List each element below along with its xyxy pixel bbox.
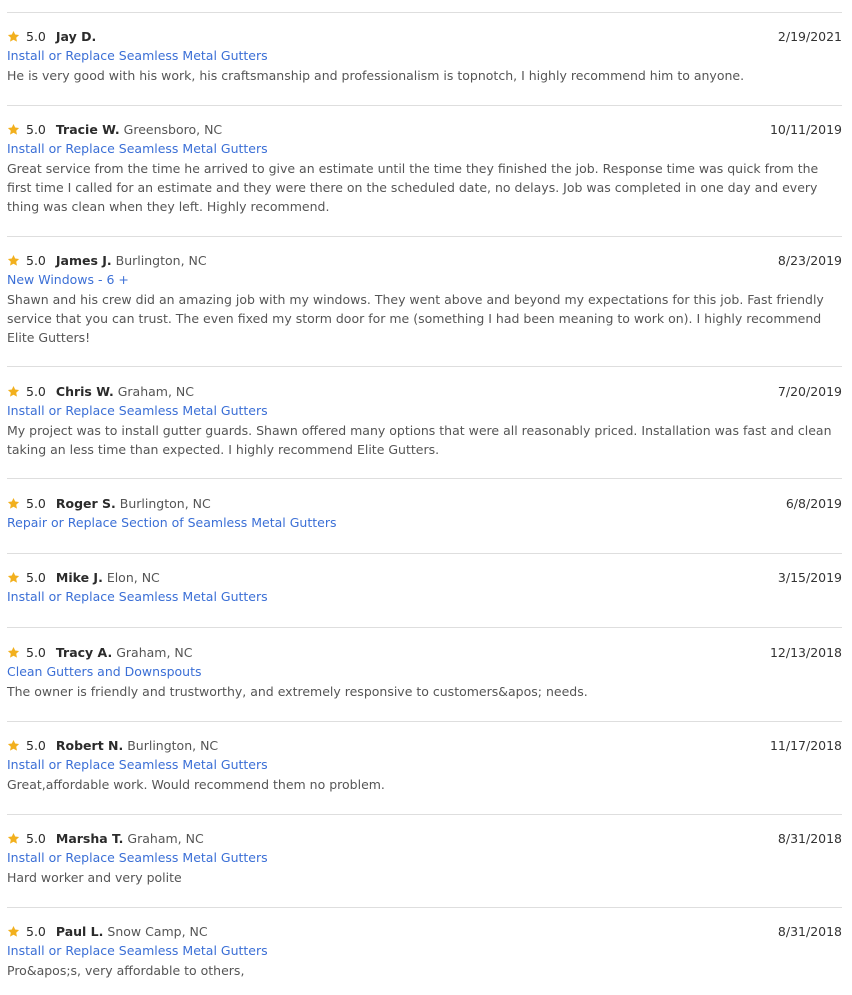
review-divider — [7, 814, 842, 815]
review-divider — [7, 907, 842, 908]
rating-value: 5.0 — [26, 924, 46, 939]
reviewer-location: Burlington, NC — [115, 253, 207, 268]
review-text: Shawn and his crew did an amazing job wi… — [7, 292, 824, 345]
review-date: 10/11/2019 — [769, 122, 842, 137]
reviewer-name: Roger S. — [55, 496, 116, 511]
star-icon — [7, 739, 20, 752]
rating-value: 5.0 — [26, 645, 46, 660]
review-header: 5.0 Mike J. Elon, NC — [7, 570, 842, 586]
reviewer-name: Robert N. — [55, 738, 124, 753]
star-icon — [7, 123, 20, 136]
review-divider — [7, 12, 842, 13]
review-date: 7/20/2019 — [777, 384, 842, 399]
review-divider — [7, 627, 842, 628]
review-header: 5.0 Paul L. Snow Camp, NC — [7, 924, 842, 940]
star-icon — [7, 30, 20, 43]
service-link[interactable]: Clean Gutters and Downspouts — [7, 664, 202, 680]
review-divider — [7, 478, 842, 479]
rating-value: 5.0 — [26, 570, 46, 585]
service-link[interactable]: Install or Replace Seamless Metal Gutter… — [7, 141, 268, 157]
reviewer-location: Graham, NC — [116, 645, 193, 660]
rating-value: 5.0 — [26, 253, 46, 268]
review-date: 6/8/2019 — [785, 496, 842, 511]
service-link[interactable]: Repair or Replace Section of Seamless Me… — [7, 515, 336, 531]
rating-value: 5.0 — [26, 831, 46, 846]
star-icon — [7, 832, 20, 845]
review-date: 12/13/2018 — [769, 645, 842, 660]
star-icon — [7, 571, 20, 584]
review-header: 5.0 Robert N. Burlington, NC — [7, 738, 842, 754]
review-date: 8/31/2018 — [777, 924, 842, 939]
reviewer-location: Graham, NC — [117, 384, 194, 399]
reviews-list: 5.0 Jay D. 2/19/2021 Install or Replace S… — [0, 0, 852, 995]
review-date: 8/23/2019 — [777, 253, 842, 268]
reviewer-location: Greensboro, NC — [123, 122, 223, 137]
review-text: Great,affordable work. Would recommend t… — [7, 777, 385, 792]
review-divider — [7, 236, 842, 237]
review-header: 5.0 Tracy A. Graham, NC — [7, 645, 842, 661]
review-date: 2/19/2021 — [777, 29, 842, 44]
reviewer-name: Tracy A. — [55, 645, 113, 660]
review-header: 5.0 Jay D. — [7, 29, 842, 45]
review-header: 5.0 Tracie W. Greensboro, NC — [7, 122, 842, 138]
service-link[interactable]: Install or Replace Seamless Metal Gutter… — [7, 850, 268, 866]
review-date: 8/31/2018 — [777, 831, 842, 846]
reviewer-location: Burlington, NC — [119, 496, 211, 511]
reviewer-location: Elon, NC — [106, 570, 160, 585]
service-link[interactable]: Install or Replace Seamless Metal Gutter… — [7, 943, 268, 959]
reviewer-location: Graham, NC — [127, 831, 204, 846]
reviewer-name: Chris W. — [55, 384, 114, 399]
review-date: 11/17/2018 — [769, 738, 842, 753]
service-link[interactable]: New Windows - 6 + — [7, 272, 129, 288]
review-divider — [7, 553, 842, 554]
rating-value: 5.0 — [26, 496, 46, 511]
review-date: 3/15/2019 — [777, 570, 842, 585]
reviewer-location: Burlington, NC — [127, 738, 219, 753]
review-text: The owner is friendly and trustworthy, a… — [7, 684, 588, 699]
reviewer-name: Tracie W. — [55, 122, 120, 137]
review-header: 5.0 Roger S. Burlington, NC — [7, 496, 842, 512]
service-link[interactable]: Install or Replace Seamless Metal Gutter… — [7, 757, 268, 773]
reviewer-location: Snow Camp, NC — [107, 924, 208, 939]
review-text: My project was to install gutter guards.… — [7, 423, 832, 457]
review-text: He is very good with his work, his craft… — [7, 68, 745, 83]
service-link[interactable]: Install or Replace Seamless Metal Gutter… — [7, 589, 268, 605]
rating-value: 5.0 — [26, 738, 46, 753]
review-text: Pro&apos;s, very affordable to others, — [7, 963, 245, 978]
review-header: 5.0 Chris W. Graham, NC — [7, 384, 842, 400]
service-link[interactable]: Install or Replace Seamless Metal Gutter… — [7, 48, 268, 64]
review-header: 5.0 Marsha T. Graham, NC — [7, 831, 842, 847]
review-divider — [7, 721, 842, 722]
review-text: Hard worker and very polite — [7, 870, 182, 885]
rating-value: 5.0 — [26, 384, 46, 399]
star-icon — [7, 497, 20, 510]
reviewer-name: Marsha T. — [55, 831, 124, 846]
review-text: Great service from the time he arrived t… — [7, 161, 819, 214]
reviewer-name: Mike J. — [55, 570, 103, 585]
rating-value: 5.0 — [26, 29, 46, 44]
reviewer-name: Jay D. — [55, 29, 97, 44]
review-divider — [7, 366, 842, 367]
reviewer-name: Paul L. — [55, 924, 104, 939]
rating-value: 5.0 — [26, 122, 46, 137]
star-icon — [7, 646, 20, 659]
review-header: 5.0 James J. Burlington, NC — [7, 253, 842, 269]
star-icon — [7, 254, 20, 267]
star-icon — [7, 925, 20, 938]
review-divider — [7, 105, 842, 106]
reviewer-name: James J. — [55, 253, 112, 268]
star-icon — [7, 385, 20, 398]
service-link[interactable]: Install or Replace Seamless Metal Gutter… — [7, 403, 268, 419]
